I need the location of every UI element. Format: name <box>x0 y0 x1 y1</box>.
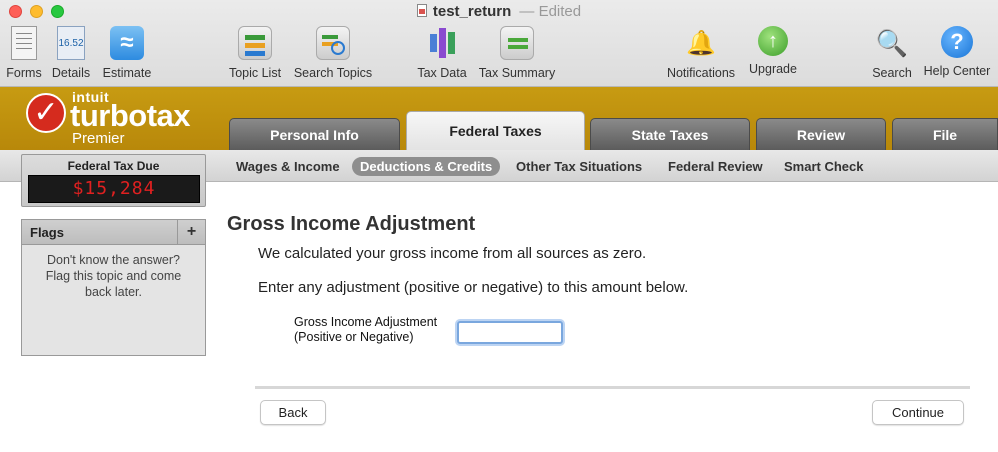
tab-state-taxes[interactable]: State Taxes <box>590 118 750 150</box>
tax-due-amount: $15,284 <box>28 175 200 203</box>
help-icon: ? <box>941 26 973 58</box>
flags-panel: Flags + Don't know the answer? Flag this… <box>21 219 206 356</box>
edited-status: — Edited <box>519 3 582 20</box>
federal-tax-due-panel: Federal Tax Due $15,284 <box>21 154 206 207</box>
tab-federal-taxes[interactable]: Federal Taxes <box>406 111 585 150</box>
search-topics-button[interactable]: Search Topics <box>290 26 376 80</box>
estimate-button[interactable]: ≈ Estimate <box>99 26 155 80</box>
upgrade-button[interactable]: ↑ Upgrade <box>745 26 801 76</box>
topic-list-icon <box>238 26 272 60</box>
subtab-wages-income[interactable]: Wages & Income <box>228 157 348 176</box>
search-button[interactable]: 🔍 Search <box>868 26 916 81</box>
subtab-federal-review[interactable]: Federal Review <box>660 157 771 176</box>
tax-summary-button[interactable]: Tax Summary <box>476 26 558 80</box>
subtab-other-tax-situations[interactable]: Other Tax Situations <box>508 157 650 176</box>
forms-button[interactable]: Forms <box>4 26 44 80</box>
subtab-smart-check[interactable]: Smart Check <box>776 157 871 176</box>
page-title: Gross Income Adjustment <box>227 213 476 235</box>
divider <box>255 386 970 389</box>
estimate-icon: ≈ <box>110 26 144 60</box>
help-center-button[interactable]: ? Help Center <box>920 26 994 78</box>
tax-due-label: Federal Tax Due <box>67 159 160 173</box>
details-button[interactable]: 16.52 Details <box>49 26 93 80</box>
document-icon <box>416 4 427 17</box>
tax-summary-icon <box>500 26 534 60</box>
tab-file[interactable]: File <box>892 118 998 150</box>
forms-icon <box>11 26 37 60</box>
adjustment-instruction: Enter any adjustment (positive or negati… <box>258 279 689 296</box>
tax-data-button[interactable]: Tax Data <box>414 26 470 80</box>
add-flag-button[interactable]: + <box>177 220 205 244</box>
search-topics-icon <box>316 26 350 60</box>
topic-list-button[interactable]: Topic List <box>224 26 286 80</box>
checkmark-logo-icon: ✓ <box>26 93 66 133</box>
subtab-deductions-credits[interactable]: Deductions & Credits <box>352 157 501 176</box>
gross-income-adjustment-input[interactable] <box>457 321 563 344</box>
tab-personal-info[interactable]: Personal Info <box>229 118 400 150</box>
flags-header: Flags + <box>22 220 205 245</box>
window-toolbar: test_return — Edited Forms 16.52 Details… <box>0 0 998 87</box>
continue-button[interactable]: Continue <box>872 400 964 425</box>
tab-review[interactable]: Review <box>756 118 886 150</box>
gross-income-adjustment-label: Gross Income Adjustment (Positive or Neg… <box>294 315 438 344</box>
back-button[interactable]: Back <box>260 400 326 425</box>
notifications-button[interactable]: 🔔 Notifications <box>662 26 740 81</box>
tax-data-icon <box>425 26 459 60</box>
details-icon: 16.52 <box>57 26 85 60</box>
magnifier-icon: 🔍 <box>875 27 909 58</box>
upgrade-arrow-icon: ↑ <box>758 26 788 56</box>
gross-income-statement: We calculated your gross income from all… <box>258 245 647 262</box>
window-title: test_return — Edited <box>0 3 998 20</box>
flags-title: Flags <box>30 225 64 240</box>
flags-message: Don't know the answer? Flag this topic a… <box>45 253 182 299</box>
bell-icon: 🔔 <box>686 29 716 57</box>
